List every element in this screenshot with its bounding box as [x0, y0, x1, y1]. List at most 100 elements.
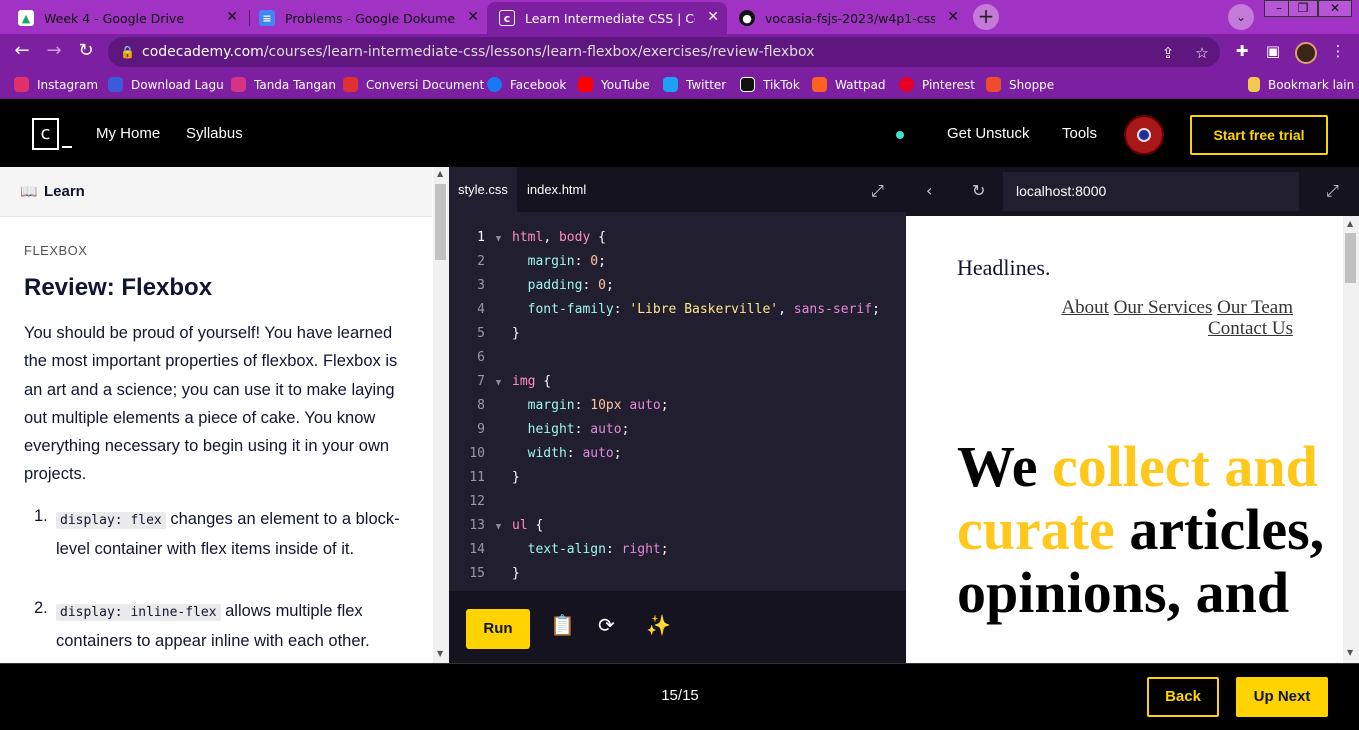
bookmark-star-icon[interactable]: ☆	[1192, 38, 1212, 68]
new-tab-button[interactable]: +	[973, 4, 999, 30]
codecademy-logo[interactable]: c	[32, 118, 72, 150]
bookmark-label: YouTube	[601, 77, 650, 92]
user-avatar[interactable]	[1124, 115, 1164, 155]
scroll-down-icon[interactable]: ▼	[1347, 648, 1353, 657]
scrollbar-thumb[interactable]	[1345, 233, 1356, 283]
list-item: display: flex changes an element to a bl…	[56, 505, 416, 563]
close-window-button[interactable]: ✕	[1318, 0, 1352, 17]
line-number: 12	[469, 494, 485, 509]
profile-avatar[interactable]	[1295, 42, 1317, 64]
tab-title: Problems - Google Dokumen	[285, 10, 455, 26]
nav-link-team[interactable]: Our Team	[1217, 297, 1293, 318]
reload-icon[interactable]: ↻	[972, 181, 985, 200]
bookmark-tiktok[interactable]: TikTok	[740, 76, 800, 93]
nav-my-home[interactable]: My Home	[96, 125, 160, 142]
nav-link-services[interactable]: Our Services	[1114, 297, 1213, 318]
browser-tab-docs[interactable]: ≡ Problems - Google Dokumen ✕	[247, 2, 487, 34]
lock-icon: 🔒	[120, 45, 135, 59]
lesson-intro: You should be proud of yourself! You hav…	[24, 324, 398, 484]
browser-tab-drive[interactable]: ▲ Week 4 - Google Drive ✕	[6, 2, 246, 34]
scroll-down-icon[interactable]: ▼	[437, 649, 443, 658]
fold-icon[interactable]: ▼	[485, 371, 512, 395]
bookmark-label: Twitter	[686, 77, 727, 92]
back-arrow-icon[interactable]: ←	[10, 40, 34, 64]
line-number: 11	[469, 470, 485, 485]
reload-icon[interactable]: ↻	[74, 40, 98, 64]
lesson-category: FLEXBOX	[24, 243, 88, 258]
hero-heading: We collect and curate articles, opinions…	[957, 435, 1337, 624]
forward-arrow-icon[interactable]: →	[42, 40, 66, 64]
line-number: 13	[469, 518, 485, 533]
tab-search-button[interactable]: ⌄	[1228, 4, 1254, 30]
bookmark-shoppe[interactable]: Shoppe	[986, 76, 1054, 93]
start-free-trial-button[interactable]: Start free trial	[1190, 115, 1328, 155]
line-number: 3	[477, 278, 485, 293]
tab-style-css[interactable]: style.css	[449, 167, 517, 212]
line-number: 10	[469, 446, 485, 461]
bookmark-instagram[interactable]: Instagram	[14, 76, 98, 93]
fold-icon[interactable]: ▼	[485, 515, 512, 539]
close-icon[interactable]: ✕	[467, 9, 479, 25]
site-logo: Headlines.	[957, 255, 1051, 280]
codecademy-header: c My Home Syllabus Get Unstuck Tools Sta…	[0, 100, 1359, 167]
chevron-left-icon[interactable]: ‹	[926, 181, 932, 200]
nav-get-unstuck[interactable]: Get Unstuck	[947, 125, 1030, 142]
tab-index-html[interactable]: index.html	[518, 167, 595, 212]
share-icon[interactable]: ⇪	[1158, 38, 1178, 68]
bookmark-wattpad[interactable]: Wattpad	[812, 76, 885, 93]
url-host: codecademy.com	[142, 44, 264, 60]
close-icon[interactable]: ✕	[226, 9, 238, 25]
close-icon[interactable]: ✕	[707, 9, 719, 25]
logo-letter: c	[32, 118, 59, 150]
scroll-up-icon[interactable]: ▲	[437, 169, 443, 178]
expand-icon[interactable]: ⤢	[1326, 181, 1339, 201]
bookmark-label: Instagram	[37, 77, 99, 92]
close-icon[interactable]: ✕	[947, 9, 959, 25]
inline-code: display: flex	[56, 512, 166, 529]
clipboard-icon[interactable]: 📋	[550, 613, 575, 637]
bookmark-label: Download Lagu	[131, 77, 224, 92]
preview-url-field[interactable]: localhost:8000	[1003, 172, 1299, 211]
nav-link-contact[interactable]: Contact Us	[1208, 318, 1293, 339]
fold-icon[interactable]: ▼	[485, 227, 512, 251]
bookmark-pinterest[interactable]: Pinterest	[899, 76, 975, 93]
bookmark-label: TikTok	[763, 77, 800, 92]
bookmark-folder-other[interactable]: Bookmark lain	[1248, 76, 1354, 93]
scrollbar-thumb[interactable]	[435, 184, 446, 260]
bookmark-twitter[interactable]: Twitter	[663, 76, 726, 93]
nav-link-about[interactable]: About	[1061, 297, 1109, 318]
extensions-icon[interactable]: ✚	[1232, 42, 1252, 60]
bookmark-tanda-tangan[interactable]: Tanda Tangan	[231, 76, 336, 93]
expand-icon[interactable]: ⤢	[871, 181, 884, 201]
back-button[interactable]: Back	[1147, 677, 1219, 717]
browser-tab-codecademy[interactable]: c Learn Intermediate CSS | Codecademy ✕	[487, 2, 727, 34]
nav-syllabus[interactable]: Syllabus	[186, 125, 243, 142]
magic-wand-icon[interactable]: ✨	[646, 613, 671, 637]
up-next-button[interactable]: Up Next	[1236, 677, 1328, 717]
line-number: 7	[477, 374, 485, 389]
restore-button[interactable]: ❐	[1288, 0, 1318, 17]
browser-tab-github[interactable]: ● vocasia-fsjs-2023/w4p1-css_code ✕	[727, 2, 967, 34]
menu-icon[interactable]: ⋮	[1328, 42, 1348, 60]
folder-icon	[1248, 77, 1260, 92]
signature-icon	[231, 77, 246, 92]
nav-tools[interactable]: Tools	[1062, 125, 1097, 142]
bookmark-youtube[interactable]: YouTube	[578, 76, 650, 93]
bookmark-download-lagu[interactable]: Download Lagu	[108, 76, 224, 93]
address-bar[interactable]: 🔒 codecademy.com/courses/learn-intermedi…	[108, 37, 1220, 67]
learn-tab[interactable]: 📖 Learn	[0, 167, 432, 217]
sidepanel-icon[interactable]: ▣	[1263, 42, 1283, 60]
scroll-up-icon[interactable]: ▲	[1347, 219, 1353, 228]
bookmark-conversi-document[interactable]: Conversi Document	[343, 76, 484, 93]
youtube-icon	[578, 77, 593, 92]
refresh-icon[interactable]: ⟳	[598, 613, 615, 637]
bookmark-facebook[interactable]: Facebook	[487, 76, 566, 93]
heart-icon	[343, 77, 358, 92]
preview-scrollbar[interactable]: ▲ ▼	[1343, 216, 1359, 663]
exercise-progress[interactable]: 15/15	[640, 687, 720, 704]
github-icon: ●	[739, 10, 755, 26]
run-button[interactable]: Run	[466, 609, 530, 649]
learn-scrollbar[interactable]: ▲ ▼	[433, 167, 449, 663]
download-icon	[108, 77, 123, 92]
bookmark-label: Tanda Tangan	[254, 77, 336, 92]
